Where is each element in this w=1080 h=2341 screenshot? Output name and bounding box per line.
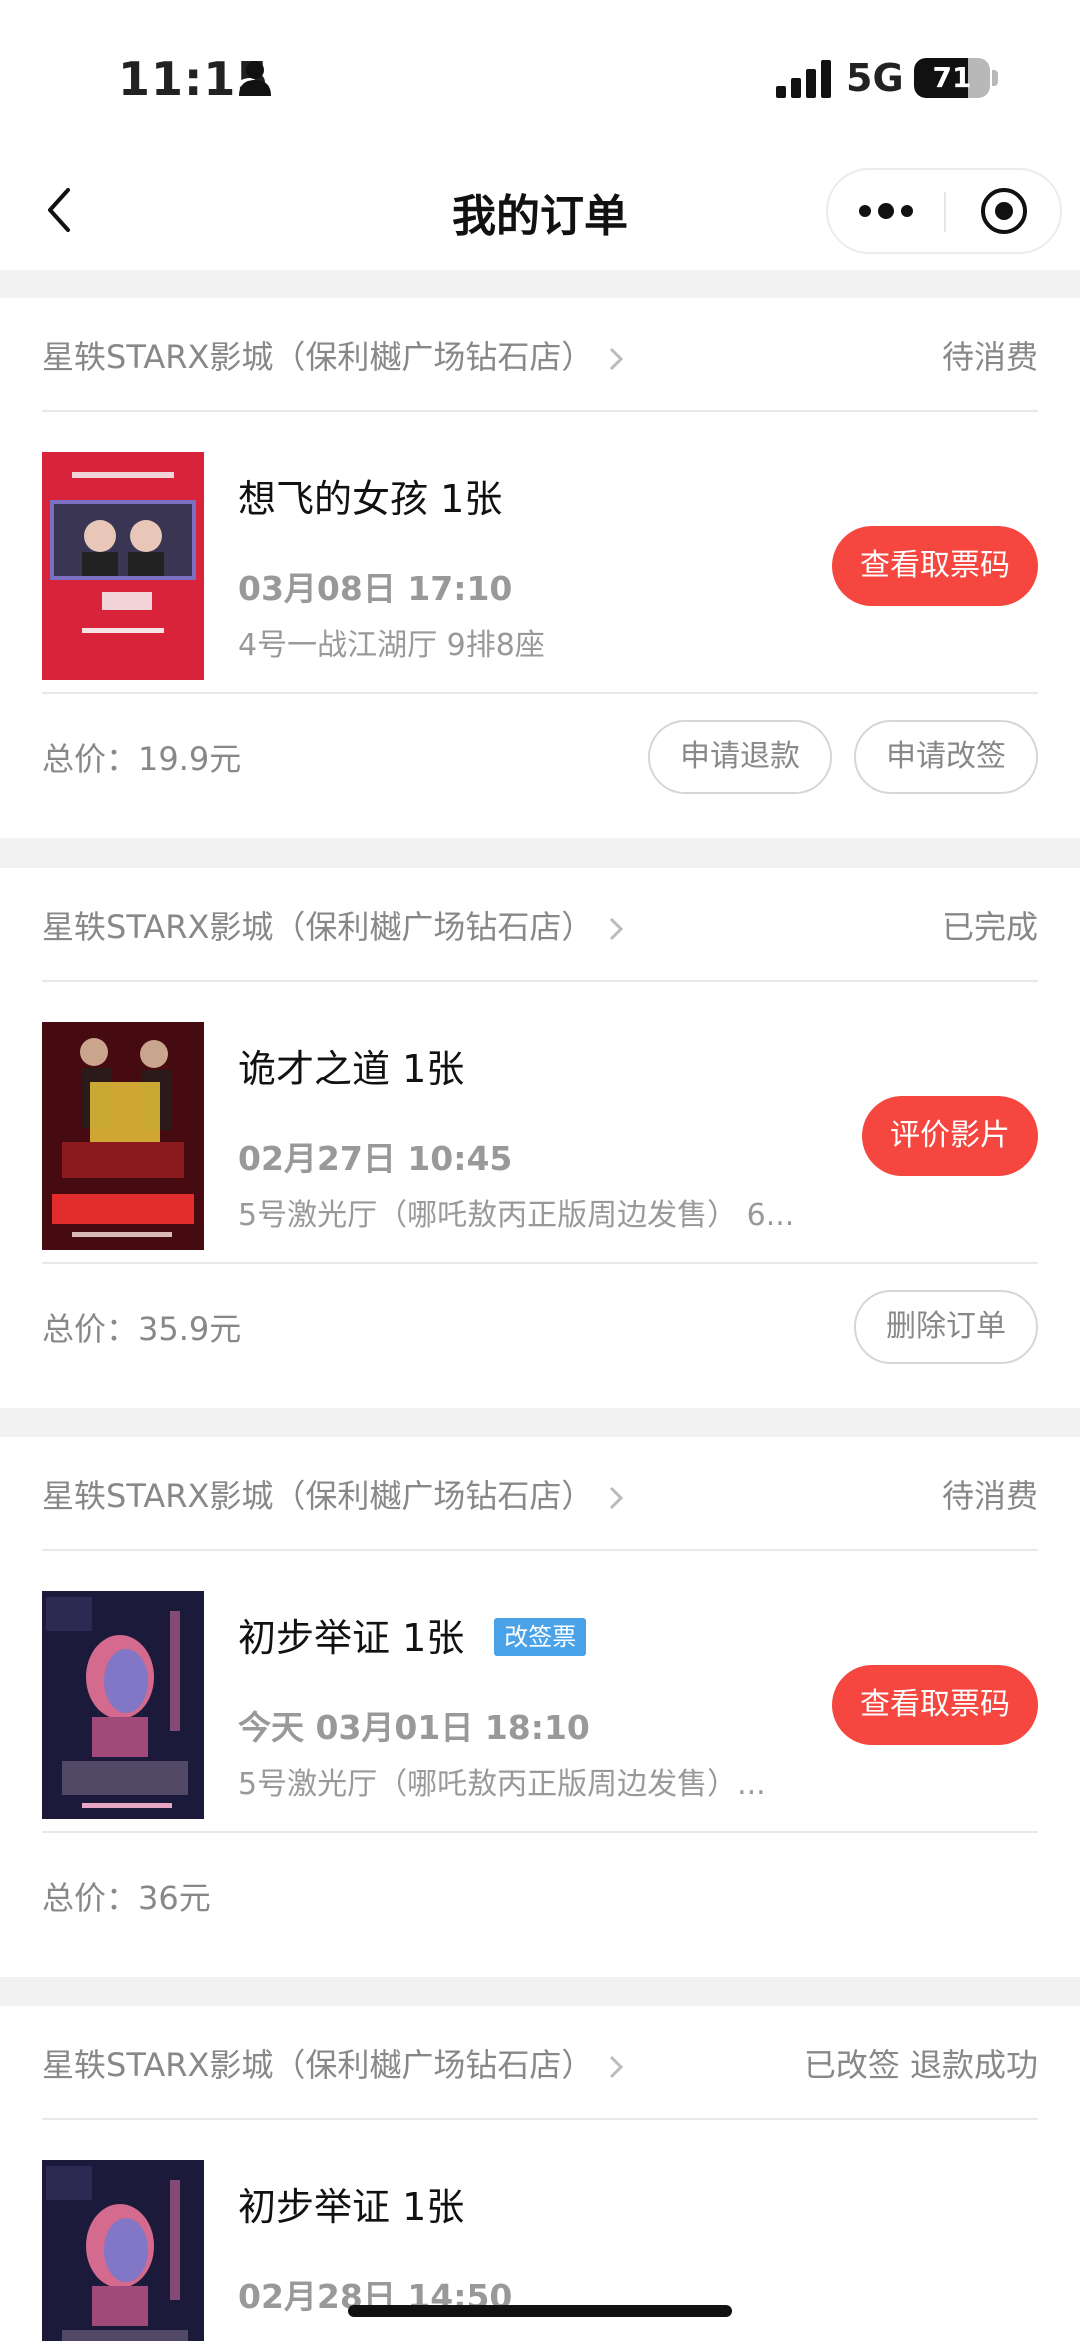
movie-title-text: 想飞的女孩 1张 xyxy=(238,477,503,521)
battery-level: 71 xyxy=(932,61,972,94)
show-time: 02月27日 10:45 xyxy=(238,1139,513,1178)
store-name[interactable]: 星轶STARX影城（保利樾广场钻石店） xyxy=(42,902,625,948)
movie-title: 初步举证 1张 xyxy=(238,2176,464,2231)
signal-icon xyxy=(776,60,831,98)
view-ticket-code-button[interactable]: 查看取票码 xyxy=(832,526,1038,606)
order-card: 星轶STARX影城（保利樾广场钻石店） 待消费 初步举证 1张 改签票 今天 03… xyxy=(0,1437,1080,1977)
movie-poster[interactable] xyxy=(42,452,204,680)
changed-ticket-badge: 改签票 xyxy=(494,1618,587,1656)
chevron-right-icon xyxy=(610,2055,624,2079)
total-price: 总价：19.9元 xyxy=(42,740,242,778)
chevron-right-icon xyxy=(610,1486,624,1510)
total-price: 总价：36元 xyxy=(42,1879,211,1917)
movie-poster[interactable] xyxy=(42,1022,204,1250)
change-ticket-button[interactable]: 申请改签 xyxy=(854,720,1038,794)
order-card: 星轶STARX影城（保利樾广场钻石店） 待消费 想飞的女孩 1张 03月08日 … xyxy=(0,298,1080,838)
order-footer: 总价：35.9元 删除订单 xyxy=(42,1266,1038,1380)
view-ticket-code-button[interactable]: 查看取票码 xyxy=(832,1665,1038,1745)
total-price: 总价：35.9元 xyxy=(42,1310,242,1348)
order-card: 星轶STARX影城（保利樾广场钻石店） 已完成 诡才之道 1张 02月27日 1… xyxy=(0,868,1080,1408)
show-time: 03月08日 17:10 xyxy=(238,569,513,608)
home-indicator[interactable] xyxy=(348,2305,732,2317)
store-row[interactable]: 星轶STARX影城（保利樾广场钻石店） 已完成 xyxy=(42,868,1038,982)
order-card: 星轶STARX影城（保利樾广场钻石店） 已改签 退款成功 初步举证 1张 02月… xyxy=(0,2006,1080,2341)
chevron-right-icon xyxy=(610,347,624,371)
movie-title: 初步举证 1张 改签票 xyxy=(238,1607,587,1662)
store-name-text: 星轶STARX影城（保利樾广场钻石店） xyxy=(42,908,594,946)
status-bar: 11:15 5G 71 xyxy=(0,0,1080,150)
store-row[interactable]: 星轶STARX影城（保利樾广场钻石店） 待消费 xyxy=(42,1437,1038,1551)
movie-title: 诡才之道 1张 xyxy=(238,1038,464,1093)
store-name-text: 星轶STARX影城（保利樾广场钻石店） xyxy=(42,338,594,376)
order-status: 已完成 xyxy=(941,908,1038,946)
target-icon xyxy=(981,188,1027,234)
order-footer: 总价：36元 xyxy=(42,1835,1038,1949)
mini-program-capsule xyxy=(826,168,1062,254)
movie-title-text: 诡才之道 1张 xyxy=(238,1047,465,1091)
hall-seat: 5号激光厅（哪吒敖丙正版周边发售）... xyxy=(238,1767,766,1802)
more-button[interactable] xyxy=(828,170,944,252)
refund-button[interactable]: 申请退款 xyxy=(648,720,832,794)
store-row[interactable]: 星轶STARX影城（保利樾广场钻石店） 待消费 xyxy=(42,298,1038,412)
movie-title-text: 初步举证 1张 xyxy=(238,1616,465,1660)
battery-icon: 71 xyxy=(914,58,990,98)
delete-order-button[interactable]: 删除订单 xyxy=(854,1290,1038,1364)
movie-row[interactable]: 诡才之道 1张 02月27日 10:45 5号激光厅（哪吒敖丙正版周边发售） 6… xyxy=(42,984,1038,1264)
hall-seat: 4号一战江湖厅 9排8座 xyxy=(238,628,545,663)
store-name-text: 星轶STARX影城（保利樾广场钻石店） xyxy=(42,2046,594,2084)
show-time: 今天 03月01日 18:10 xyxy=(238,1708,590,1747)
movie-row[interactable]: 想飞的女孩 1张 03月08日 17:10 4号一战江湖厅 9排8座 查看取票码 xyxy=(42,414,1038,694)
order-status: 待消费 xyxy=(941,338,1038,376)
order-footer: 总价：19.9元 申请退款 申请改签 xyxy=(42,696,1038,810)
movie-poster[interactable] xyxy=(42,1591,204,1819)
store-name[interactable]: 星轶STARX影城（保利樾广场钻石店） xyxy=(42,2040,625,2086)
nav-bar: 我的订单 xyxy=(0,150,1080,270)
movie-row[interactable]: 初步举证 1张 改签票 今天 03月01日 18:10 5号激光厅（哪吒敖丙正版周… xyxy=(42,1553,1038,1833)
store-name[interactable]: 星轶STARX影城（保利樾广场钻石店） xyxy=(42,332,625,378)
hall-seat: 5号激光厅（哪吒敖丙正版周边发售） 6... xyxy=(238,1198,795,1233)
network-label: 5G xyxy=(846,56,904,100)
close-program-button[interactable] xyxy=(946,170,1062,252)
chevron-right-icon xyxy=(610,917,624,941)
movie-title: 想飞的女孩 1张 xyxy=(238,468,502,523)
movie-title-text: 初步举证 1张 xyxy=(238,2185,465,2229)
order-status: 已改签 退款成功 xyxy=(803,2046,1038,2084)
battery-tip xyxy=(992,70,998,86)
store-row[interactable]: 星轶STARX影城（保利樾广场钻石店） 已改签 退款成功 xyxy=(42,2006,1038,2120)
store-name-text: 星轶STARX影城（保利樾广场钻石店） xyxy=(42,1477,594,1515)
person-icon xyxy=(239,61,271,96)
movie-poster[interactable] xyxy=(42,2160,204,2341)
store-name[interactable]: 星轶STARX影城（保利樾广场钻石店） xyxy=(42,1471,625,1517)
review-movie-button[interactable]: 评价影片 xyxy=(862,1096,1038,1176)
more-dots-icon xyxy=(859,203,913,219)
order-status: 待消费 xyxy=(941,1477,1038,1515)
